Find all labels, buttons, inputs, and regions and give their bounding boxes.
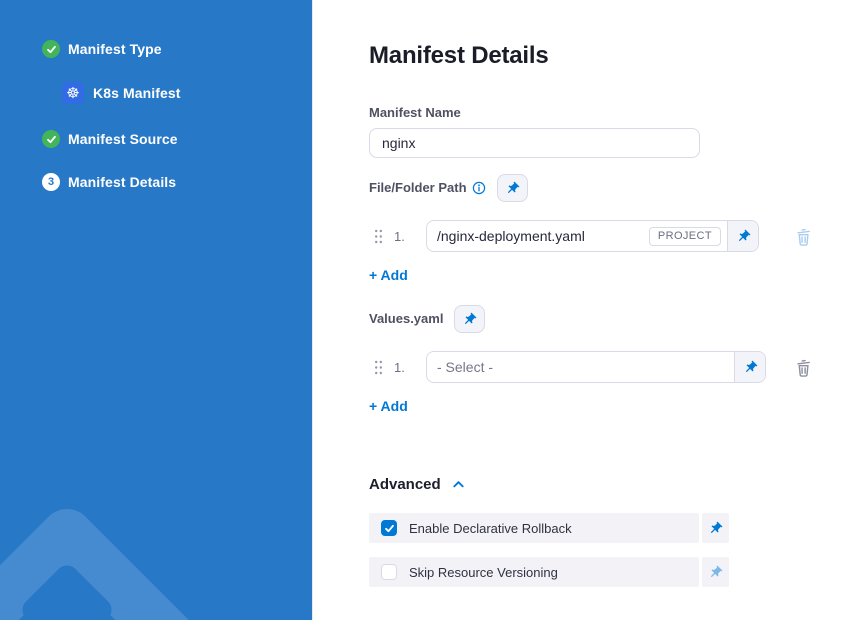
delete-row-button[interactable]: [794, 357, 813, 378]
row-index: 1.: [394, 229, 414, 244]
row-index: 1.: [394, 360, 414, 375]
option-toggle[interactable]: Enable Declarative Rollback: [369, 513, 699, 543]
add-values-yaml-link[interactable]: + Add: [369, 398, 408, 414]
option-row-declarative-rollback: Enable Declarative Rollback: [369, 513, 729, 543]
step-label: Manifest Source: [68, 131, 178, 147]
sidebar-step-manifest-details[interactable]: 3 Manifest Details: [42, 173, 312, 191]
file-path-input-group: PROJECT: [426, 220, 759, 252]
file-folder-path-label-row: File/Folder Path: [369, 174, 842, 202]
wizard-sidebar: Manifest Type ☸ K8s Manifest Manifest So…: [0, 0, 313, 620]
pin-button[interactable]: [702, 557, 729, 587]
sidebar-step-manifest-source[interactable]: Manifest Source: [42, 130, 312, 148]
option-row-skip-versioning: Skip Resource Versioning: [369, 557, 729, 587]
drag-handle-icon[interactable]: [374, 229, 383, 244]
step-number-badge: 3: [42, 173, 60, 191]
pin-button[interactable]: [727, 221, 758, 251]
drag-handle-icon[interactable]: [374, 360, 383, 375]
page-title: Manifest Details: [369, 42, 842, 70]
option-label: Enable Declarative Rollback: [409, 521, 572, 536]
file-path-row: 1. PROJECT: [369, 220, 813, 252]
scope-badge: PROJECT: [649, 227, 721, 246]
pin-button[interactable]: [497, 174, 528, 202]
check-icon: [42, 130, 60, 148]
pin-button[interactable]: [734, 352, 765, 382]
step-label: Manifest Type: [68, 41, 162, 57]
pin-button[interactable]: [702, 513, 729, 543]
checkbox[interactable]: [381, 564, 397, 580]
values-select[interactable]: - Select -: [427, 352, 734, 382]
sidebar-step-manifest-type[interactable]: Manifest Type: [42, 40, 312, 58]
option-label: Skip Resource Versioning: [409, 565, 558, 580]
manifest-details-panel: Manifest Details Manifest Name File/Fold…: [313, 0, 842, 620]
values-yaml-label-row: Values.yaml: [369, 305, 842, 333]
values-select-group: - Select -: [426, 351, 766, 383]
advanced-section-toggle[interactable]: Advanced: [369, 476, 842, 493]
chevron-up-icon: [451, 477, 466, 492]
sidebar-substep-k8s-manifest[interactable]: ☸ K8s Manifest: [62, 82, 312, 104]
checkbox[interactable]: [381, 520, 397, 536]
add-file-path-link[interactable]: + Add: [369, 267, 408, 283]
file-folder-path-label: File/Folder Path: [369, 180, 467, 196]
step-label: Manifest Details: [68, 174, 176, 190]
pin-button[interactable]: [454, 305, 485, 333]
option-toggle[interactable]: Skip Resource Versioning: [369, 557, 699, 587]
kubernetes-helm-icon: ☸: [62, 82, 84, 104]
file-path-input[interactable]: [427, 221, 649, 251]
advanced-title: Advanced: [369, 476, 441, 493]
values-yaml-label: Values.yaml: [369, 311, 443, 327]
check-icon: [42, 40, 60, 58]
values-yaml-row: 1. - Select -: [369, 351, 813, 383]
manifest-name-label: Manifest Name: [369, 105, 842, 121]
info-icon[interactable]: [472, 181, 486, 195]
substep-label: K8s Manifest: [93, 85, 181, 101]
manifest-name-input[interactable]: [369, 128, 700, 158]
harness-logo-watermark: [0, 470, 313, 620]
delete-row-button[interactable]: [794, 226, 813, 247]
